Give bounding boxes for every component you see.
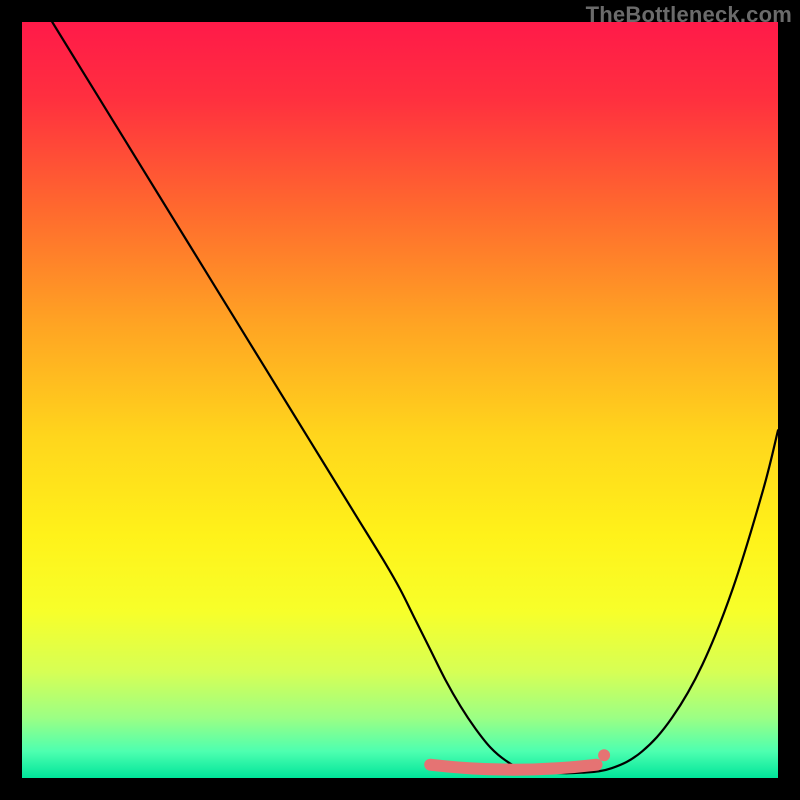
data-point-marker bbox=[598, 749, 610, 761]
chart-frame: TheBottleneck.com bbox=[0, 0, 800, 800]
watermark-text: TheBottleneck.com bbox=[586, 2, 792, 28]
gradient-background bbox=[22, 22, 778, 778]
bottleneck-chart bbox=[22, 22, 778, 778]
optimal-range-marker bbox=[430, 765, 596, 770]
plot-area bbox=[22, 22, 778, 778]
